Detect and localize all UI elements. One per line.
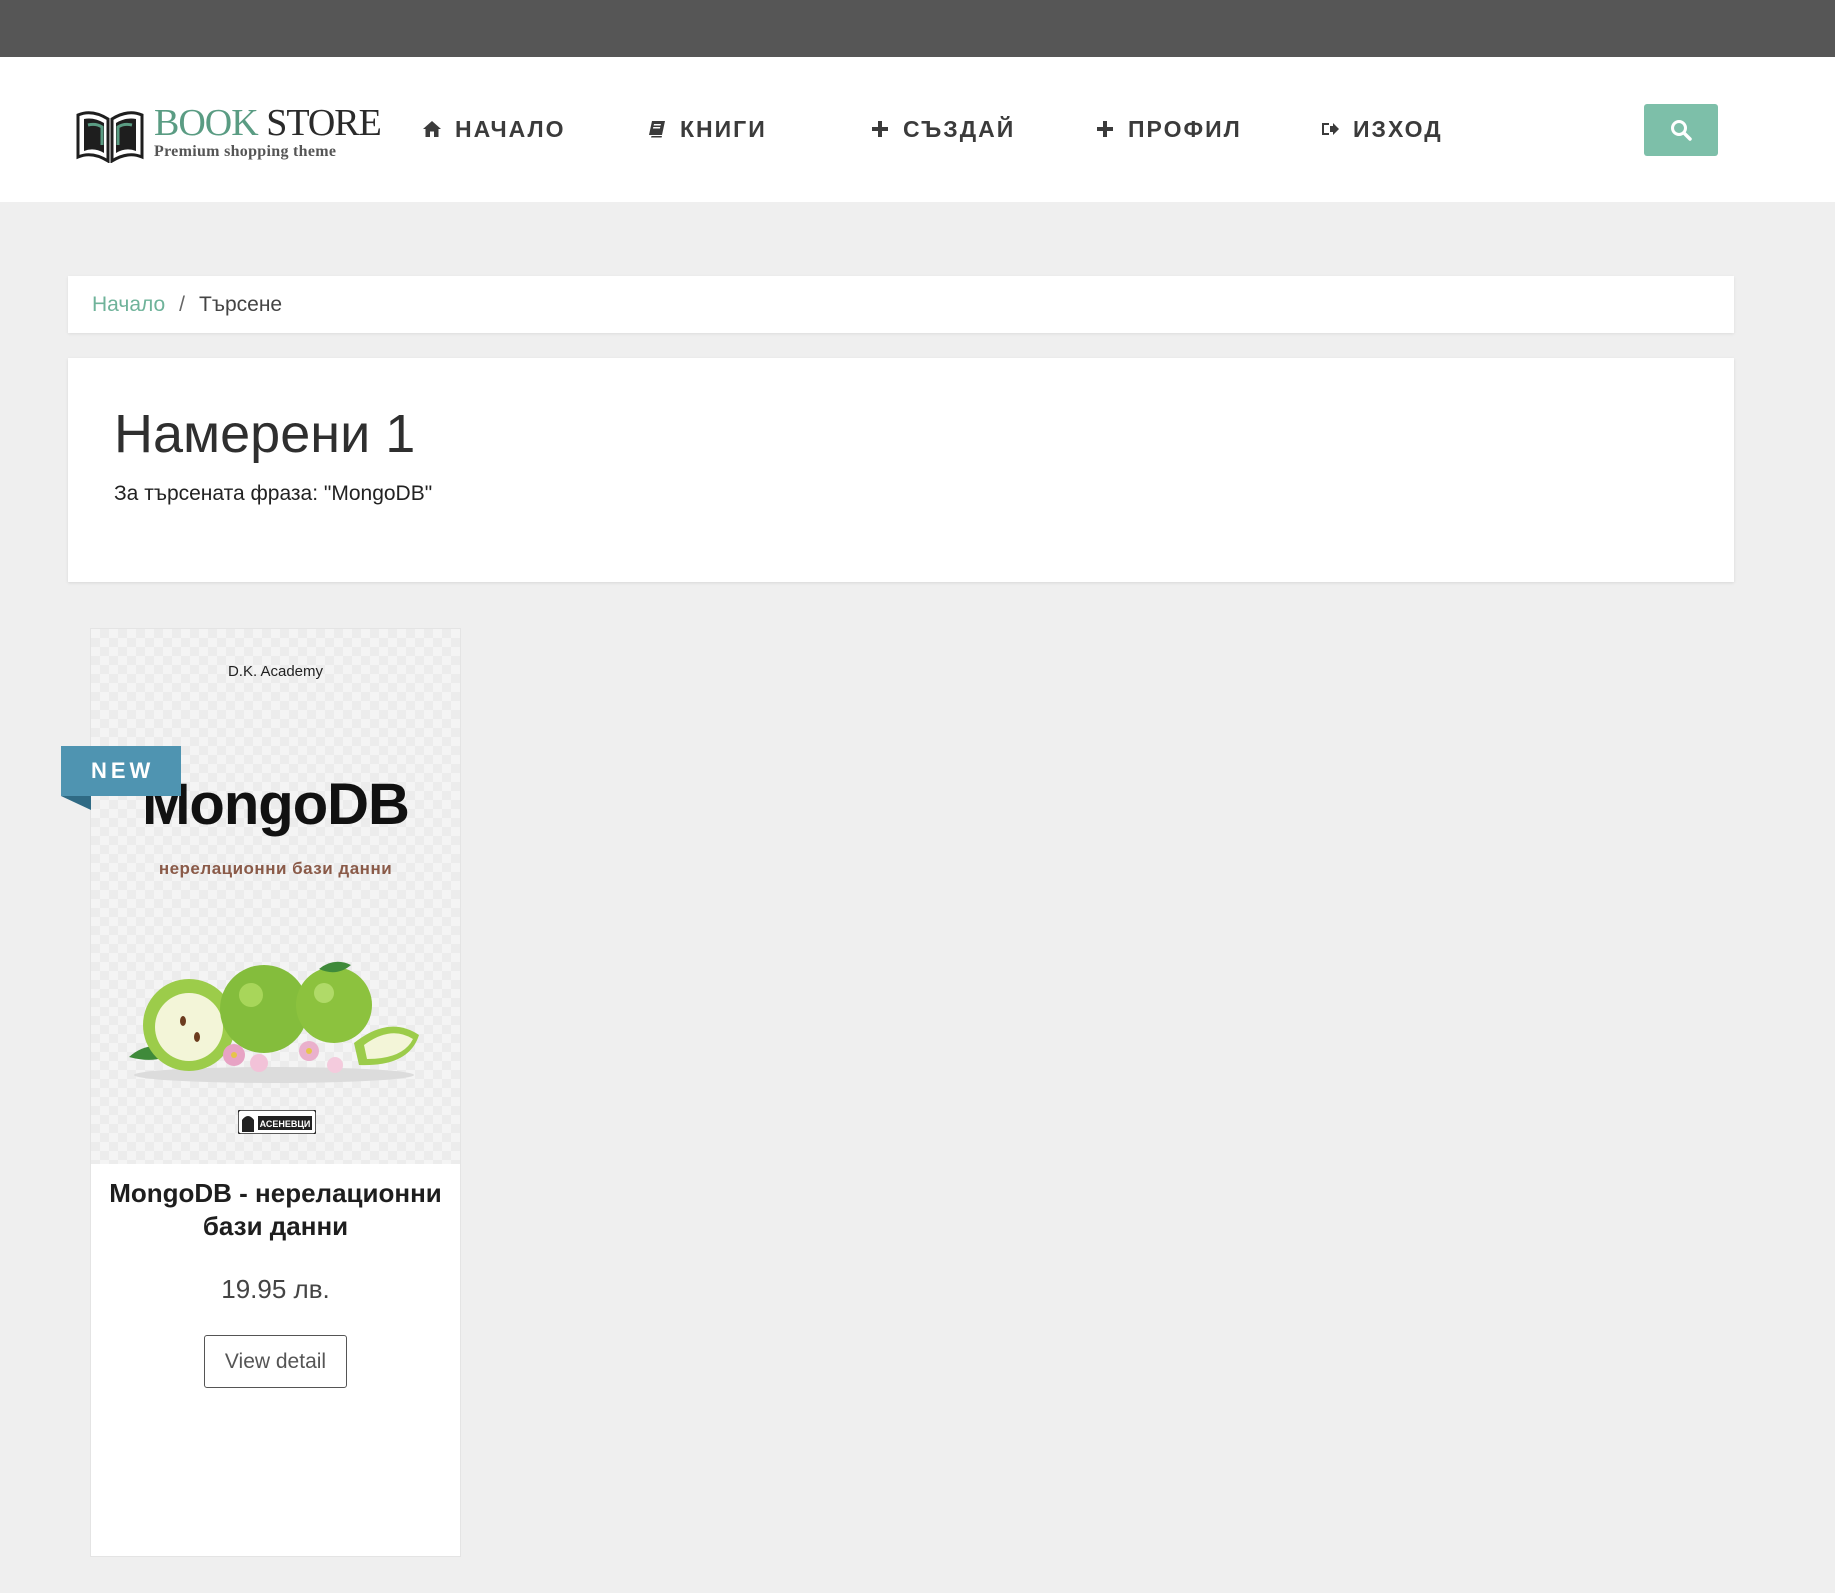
publisher-imprint-text: АСЕНЕВЦИ bbox=[260, 1119, 311, 1129]
nav-label-books: КНИГИ bbox=[680, 115, 767, 142]
breadcrumb-home-link[interactable]: Начало bbox=[92, 293, 165, 317]
search-icon bbox=[1671, 120, 1692, 141]
nav-label-profile: ПРОФИЛ bbox=[1128, 115, 1242, 142]
search-button[interactable] bbox=[1644, 104, 1718, 156]
product-price: 19.95 лв. bbox=[221, 1274, 330, 1304]
breadcrumb: Начало / Търсене bbox=[68, 276, 1734, 333]
product-cover-image[interactable]: D.K. Academy MongoDB нерелационни бази д… bbox=[91, 629, 460, 1164]
nav-item-logout[interactable]: ИЗХОД bbox=[1319, 115, 1443, 143]
logo-title-book: BOOK bbox=[154, 102, 259, 144]
breadcrumb-current: Търсене bbox=[199, 292, 283, 316]
publisher-logo: АСЕНЕВЦИ bbox=[238, 1110, 316, 1134]
site-header: BOOK STORE Premium shopping theme НАЧАЛО… bbox=[0, 57, 1835, 202]
search-results-summary: Намерени 1 За търсената фраза: "MongoDB" bbox=[68, 358, 1734, 582]
nav-item-profile[interactable]: ПРОФИЛ bbox=[1094, 115, 1242, 143]
new-badge-fold bbox=[61, 796, 91, 810]
home-icon bbox=[421, 118, 443, 140]
plus-icon bbox=[869, 118, 891, 140]
results-query-text: За търсената фраза: "MongoDB" bbox=[114, 482, 433, 505]
book-icon bbox=[646, 118, 668, 140]
plus-icon bbox=[1094, 118, 1116, 140]
cover-publisher: D.K. Academy bbox=[227, 663, 324, 680]
top-bar bbox=[0, 0, 1835, 57]
nav-label-home: НАЧАЛО bbox=[455, 115, 566, 142]
logo-title-store: STORE bbox=[266, 102, 382, 144]
breadcrumb-separator: / bbox=[179, 292, 186, 316]
logo-subtitle: Premium shopping theme bbox=[154, 143, 337, 160]
nav-item-books[interactable]: КНИГИ bbox=[646, 115, 767, 143]
new-badge: NEW bbox=[61, 746, 181, 796]
site-logo[interactable]: BOOK STORE Premium shopping theme bbox=[74, 101, 382, 171]
nav-label-logout: ИЗХОД bbox=[1353, 115, 1443, 142]
view-detail-button[interactable]: View detail bbox=[204, 1335, 347, 1388]
nav-label-create: СЪЗДАЙ bbox=[903, 115, 1016, 142]
nav-item-create[interactable]: СЪЗДАЙ bbox=[869, 115, 1015, 143]
open-book-icon bbox=[76, 111, 144, 163]
results-title: Намерени 1 bbox=[114, 404, 416, 464]
apples-illustration bbox=[129, 961, 419, 1083]
sign-out-icon bbox=[1319, 118, 1341, 140]
product-title[interactable]: MongoDB - нерелационни бази данни bbox=[101, 1177, 450, 1243]
cover-subtitle: нерелационни бази данни bbox=[158, 859, 393, 878]
nav-item-home[interactable]: НАЧАЛО bbox=[421, 115, 566, 143]
